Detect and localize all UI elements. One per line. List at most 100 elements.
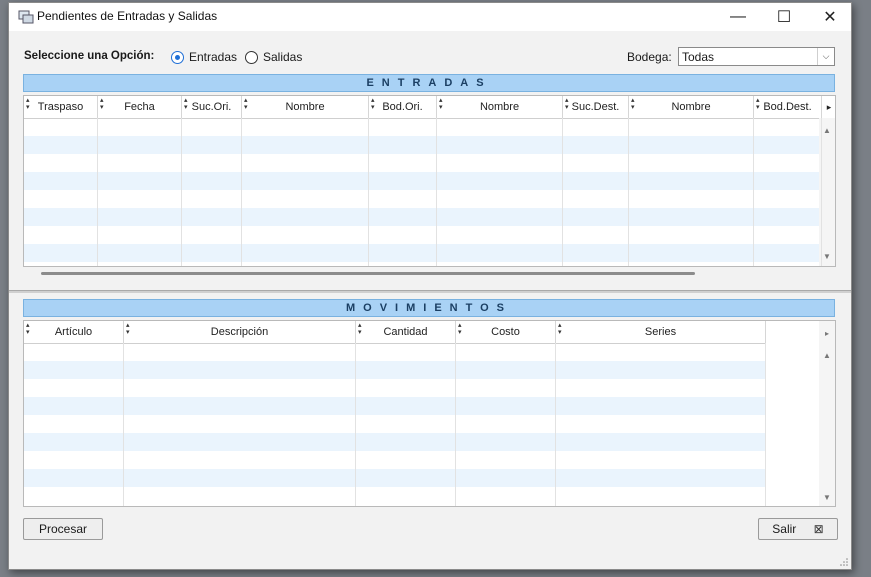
column-label: Bod.Dest. [763, 101, 812, 113]
radio-salidas-label[interactable]: Salidas [263, 50, 302, 64]
scroll-down-icon[interactable]: ▼ [819, 493, 835, 502]
column-label: Artículo [54, 326, 93, 338]
table-row[interactable] [24, 136, 822, 154]
entradas-column-header[interactable]: ▴ ▾ Suc.Dest. [563, 96, 629, 118]
movimientos-column-header[interactable]: ▴ ▾ Descripción [124, 321, 356, 343]
table-row[interactable] [24, 118, 822, 136]
movimientos-column-header[interactable]: ▴ ▾ Costo [456, 321, 556, 343]
table-row[interactable] [24, 397, 766, 415]
column-divider [368, 118, 369, 266]
entradas-horizontal-scroll-thumb[interactable] [41, 272, 695, 275]
column-label: Nombre [479, 101, 520, 113]
entradas-column-header[interactable]: ▴ ▾ Bod.Ori. [369, 96, 437, 118]
title-bar: Pendientes de Entradas y Salidas — ☐ ✕ [9, 3, 851, 31]
entradas-column-header[interactable]: ▴ ▾ Traspaso [24, 96, 98, 118]
entradas-column-header[interactable]: ▴ ▾ Nombre [629, 96, 754, 118]
movimientos-column-header[interactable]: ▴ ▾ Series [556, 321, 766, 343]
chevron-down-icon[interactable]: ⌵ [817, 48, 834, 65]
column-label: Nombre [285, 101, 325, 113]
panel-splitter[interactable] [9, 290, 851, 293]
table-row[interactable] [24, 244, 822, 262]
entradas-column-header[interactable]: ▴ ▾ Fecha [98, 96, 182, 118]
option-label: Seleccione una Opción: [24, 50, 155, 62]
entradas-column-header[interactable]: ▴ ▾ Suc.Ori. [182, 96, 242, 118]
entradas-column-header[interactable]: ▴ ▾ Bod.Dest. [754, 96, 822, 118]
movimientos-column-header[interactable]: ▴ ▾ Cantidad [356, 321, 456, 343]
resize-grip-icon[interactable] [840, 558, 848, 566]
sort-icon[interactable]: ▴ ▾ [26, 322, 30, 336]
sort-icon[interactable]: ▴ ▾ [631, 97, 635, 111]
bodega-select[interactable]: Todas ⌵ [678, 47, 835, 66]
table-row[interactable] [24, 379, 766, 397]
table-row[interactable] [24, 190, 822, 208]
window-title: Pendientes de Entradas y Salidas [37, 9, 218, 23]
sort-icon[interactable]: ▴ ▾ [565, 97, 569, 111]
entradas-header: ENTRADAS [23, 74, 835, 92]
bodega-label: Bodega: [627, 50, 672, 64]
sort-icon[interactable]: ▴ ▾ [458, 322, 462, 336]
table-row[interactable] [24, 487, 766, 505]
entradas-column-header[interactable]: ▴ ▾ Nombre [242, 96, 369, 118]
radio-entradas-label[interactable]: Entradas [189, 50, 237, 64]
column-label: Suc.Ori. [191, 101, 232, 113]
column-divider [181, 118, 182, 266]
scroll-right-icon[interactable]: ▸ [822, 96, 835, 118]
movimientos-vertical-scrollbar[interactable]: ▸ ▲ ▼ [819, 321, 835, 506]
table-row[interactable] [24, 343, 766, 361]
column-divider [555, 343, 556, 506]
scroll-up-icon[interactable]: ▲ [819, 351, 835, 360]
scroll-right-icon[interactable]: ▸ [819, 329, 835, 338]
salir-button[interactable]: Salir ⊠ [758, 518, 838, 540]
minimize-button[interactable]: — [715, 3, 761, 31]
column-divider [97, 118, 98, 266]
movimientos-column-header[interactable]: ▴ ▾ Artículo [24, 321, 124, 343]
table-row[interactable] [24, 433, 766, 451]
sort-icon[interactable]: ▴ ▾ [26, 97, 30, 111]
column-label: Cantidad [383, 326, 428, 338]
column-divider [562, 118, 563, 266]
table-row[interactable] [24, 226, 822, 244]
entradas-grid-header: ▴ ▾ Traspaso ▴ ▾ Fecha ▴ ▾ Suc.Ori. ▴ ▾ Nombre ▴ ▾ Bod… [24, 96, 835, 119]
column-label: Traspaso [37, 101, 84, 113]
column-divider [123, 343, 124, 506]
entradas-column-header[interactable]: ▴ ▾ Nombre [437, 96, 563, 118]
table-row[interactable] [24, 208, 822, 226]
column-divider [821, 118, 822, 266]
column-divider [628, 118, 629, 266]
close-button[interactable]: ✕ [807, 3, 851, 31]
table-row[interactable] [24, 154, 822, 172]
column-divider [765, 343, 766, 506]
table-row[interactable] [24, 469, 766, 487]
movimientos-grid-header: ▴ ▾ Artículo ▴ ▾ Descripción ▴ ▾ Cantidad ▴ ▾ Costo… [24, 321, 766, 344]
column-label: Series [644, 326, 677, 338]
column-label: Nombre [671, 101, 711, 113]
movimientos-grid[interactable]: ▴ ▾ Artículo ▴ ▾ Descripción ▴ ▾ Cantidad ▴ ▾ Costo… [23, 320, 836, 507]
column-divider [455, 343, 456, 506]
sort-icon[interactable]: ▴ ▾ [184, 97, 188, 111]
table-row[interactable] [24, 172, 822, 190]
radio-salidas[interactable] [245, 51, 258, 64]
movimientos-header: MOVIMIENTOS [23, 299, 835, 317]
radio-entradas[interactable] [171, 51, 184, 64]
column-divider [241, 118, 242, 266]
sort-icon[interactable]: ▴ ▾ [439, 97, 443, 111]
column-label: Descripción [210, 326, 269, 338]
table-row[interactable] [24, 451, 766, 469]
sort-icon[interactable]: ▴ ▾ [244, 97, 248, 111]
table-row[interactable] [24, 361, 766, 379]
column-label: Suc.Dest. [571, 101, 620, 113]
sort-icon[interactable]: ▴ ▾ [100, 97, 104, 111]
sort-icon[interactable]: ▴ ▾ [756, 97, 760, 111]
column-label: Bod.Ori. [382, 101, 423, 113]
sort-icon[interactable]: ▴ ▾ [371, 97, 375, 111]
column-label: Fecha [124, 101, 155, 113]
bodega-select-value: Todas [682, 50, 715, 64]
entradas-grid[interactable]: ▴ ▾ Traspaso ▴ ▾ Fecha ▴ ▾ Suc.Ori. ▴ ▾ Nombre ▴ ▾ Bod… [23, 95, 836, 267]
sort-icon[interactable]: ▴ ▾ [558, 322, 562, 336]
table-row[interactable] [24, 415, 766, 433]
sort-icon[interactable]: ▴ ▾ [358, 322, 362, 336]
app-icon [18, 10, 34, 24]
procesar-button[interactable]: Procesar [23, 518, 103, 540]
sort-icon[interactable]: ▴ ▾ [126, 322, 130, 336]
maximize-button[interactable]: ☐ [761, 3, 807, 31]
